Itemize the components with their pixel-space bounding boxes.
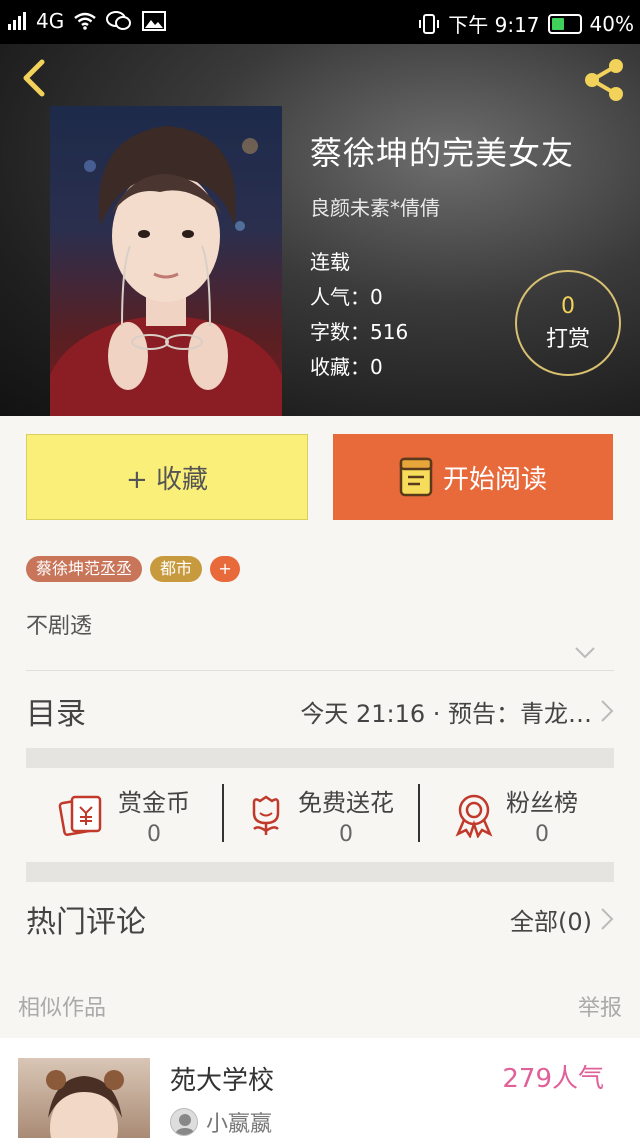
image-icon xyxy=(142,11,167,31)
stat-label: 粉丝榜 xyxy=(506,789,578,817)
book-status: 连载 xyxy=(310,250,350,274)
clock: 下午 9:17 xyxy=(448,13,540,37)
similar-book-popularity: 279人气 xyxy=(502,1064,604,1094)
cover-illustration xyxy=(50,126,282,416)
similar-book-cover xyxy=(18,1058,150,1138)
similar-title: 相似作品 xyxy=(18,996,107,1021)
stat-value: 0 xyxy=(147,822,161,847)
tip-count: 0 xyxy=(561,294,575,319)
tip-label: 打赏 xyxy=(545,327,590,352)
stat-fans[interactable]: 粉丝榜 0 xyxy=(418,768,614,862)
avatar xyxy=(170,1108,198,1136)
comments-row[interactable]: 热门评论 全部(0) xyxy=(26,896,614,942)
stat-label: 免费送花 xyxy=(298,789,394,817)
similar-book-author: 小嬴嬴 xyxy=(206,1112,273,1137)
toc-row[interactable]: 目录 今天 21:16 · 预告：青龙… xyxy=(26,688,614,734)
flower-icon xyxy=(252,795,280,835)
similar-book-item[interactable]: 苑大学校 279人气 小嬴嬴 xyxy=(0,1038,640,1138)
divider xyxy=(26,670,614,671)
add-tag-button[interactable]: + xyxy=(210,556,241,582)
book-description: 不剧透 xyxy=(26,614,93,639)
back-icon[interactable] xyxy=(14,56,54,100)
section-separator xyxy=(26,862,614,882)
book-title: 蔡徐坤的完美女友 xyxy=(310,134,575,172)
battery-percent: 40% xyxy=(589,11,634,36)
wifi-icon xyxy=(74,12,97,30)
book-author[interactable]: 良颜未素*倩倩 xyxy=(310,192,574,221)
book-cover[interactable] xyxy=(50,106,282,416)
stat-label: 赏金币 xyxy=(118,789,190,817)
wechat-icon xyxy=(106,11,132,30)
status-bar: 4G 下午 9:17 40% xyxy=(0,0,640,44)
bounty-coin-icon xyxy=(58,795,102,836)
favorite-label: + 收藏 xyxy=(125,464,209,495)
network-type: 4G xyxy=(36,9,65,33)
tip-button[interactable]: 0 打赏 xyxy=(515,270,621,376)
chevron-right-icon xyxy=(601,700,614,722)
tag-item[interactable]: 蔡徐坤范丞丞 xyxy=(26,556,143,582)
start-reading-label: 开始阅读 xyxy=(442,464,547,495)
book-header: 蔡徐坤的完美女友 良颜未素*倩倩 连载 人气：0 字数：516 收藏：0 0 打… xyxy=(0,44,640,416)
stat-value: 0 xyxy=(535,822,549,847)
vibrate-icon xyxy=(419,13,440,34)
book-icon xyxy=(399,457,433,497)
chevron-down-icon[interactable] xyxy=(574,646,596,660)
stat-value: 0 xyxy=(339,822,353,847)
signal-icon xyxy=(8,12,26,30)
comments-all: 全部(0) xyxy=(510,907,592,936)
tag-item[interactable]: 都市 xyxy=(150,556,203,582)
start-reading-button[interactable]: 开始阅读 xyxy=(333,434,613,520)
tag-list: 蔡徐坤范丞丞 都市 + xyxy=(26,556,241,582)
report-button[interactable]: 举报 xyxy=(578,990,622,1022)
favorite-button[interactable]: + 收藏 xyxy=(26,434,308,520)
battery-icon xyxy=(547,13,582,34)
chevron-right-icon xyxy=(601,908,614,930)
section-separator xyxy=(26,748,614,768)
similar-header: 相似作品 举报 xyxy=(18,990,622,1022)
stats-bar: 赏金币 0 免费送花 0 粉丝榜 0 xyxy=(26,768,614,862)
toc-update: 今天 21:16 · 预告：青龙… xyxy=(300,699,592,728)
comments-title: 热门评论 xyxy=(26,905,146,940)
stat-flower[interactable]: 免费送花 0 xyxy=(222,768,418,862)
stat-bounty[interactable]: 赏金币 0 xyxy=(26,768,222,862)
share-icon[interactable] xyxy=(580,56,628,104)
similar-book-title: 苑大学校 xyxy=(170,1066,275,1096)
medal-icon xyxy=(455,794,493,838)
toc-title: 目录 xyxy=(26,697,86,732)
